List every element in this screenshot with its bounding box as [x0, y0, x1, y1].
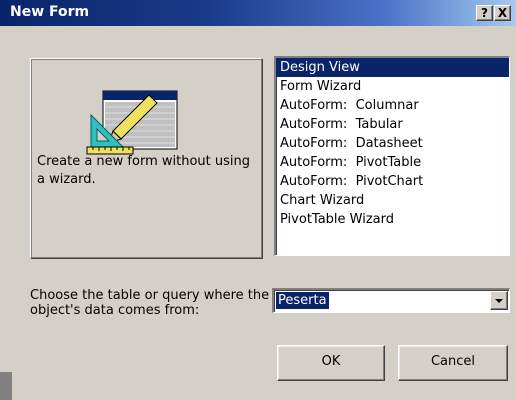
window-title: New Form	[10, 4, 90, 20]
source-combo-value[interactable]: Peserta	[276, 292, 329, 309]
cancel-button[interactable]: Cancel	[398, 345, 508, 381]
list-item[interactable]: Chart Wizard	[276, 191, 509, 210]
help-button[interactable]: ?	[476, 5, 493, 21]
list-item[interactable]: AutoForm: PivotTable	[276, 153, 509, 172]
close-button[interactable]: X	[494, 5, 511, 21]
list-item[interactable]: AutoForm: Datasheet	[276, 134, 509, 153]
list-item[interactable]: Design View	[276, 58, 509, 77]
title-bar[interactable]: New Form ? X	[0, 0, 516, 26]
source-label: Choose the table or query where the obje…	[30, 288, 270, 318]
preview-description: Create a new form without using a wizard…	[37, 154, 250, 187]
ok-button[interactable]: OK	[277, 345, 385, 381]
source-combo[interactable]: Peserta	[272, 288, 510, 313]
preview-panel: Create a new form without using a wizard…	[30, 58, 262, 258]
form-design-icon	[85, 85, 181, 161]
list-item[interactable]: Form Wizard	[276, 77, 509, 96]
list-item[interactable]: AutoForm: PivotChart	[276, 172, 509, 191]
list-item[interactable]: PivotTable Wizard	[276, 210, 509, 229]
list-item[interactable]: AutoForm: Columnar	[276, 96, 509, 115]
form-type-list[interactable]: Design View Form Wizard AutoForm: Columnar…	[274, 56, 510, 256]
background-edge	[0, 372, 12, 400]
dropdown-arrow-icon[interactable]	[490, 291, 508, 310]
list-item[interactable]: AutoForm: Tabular	[276, 115, 509, 134]
